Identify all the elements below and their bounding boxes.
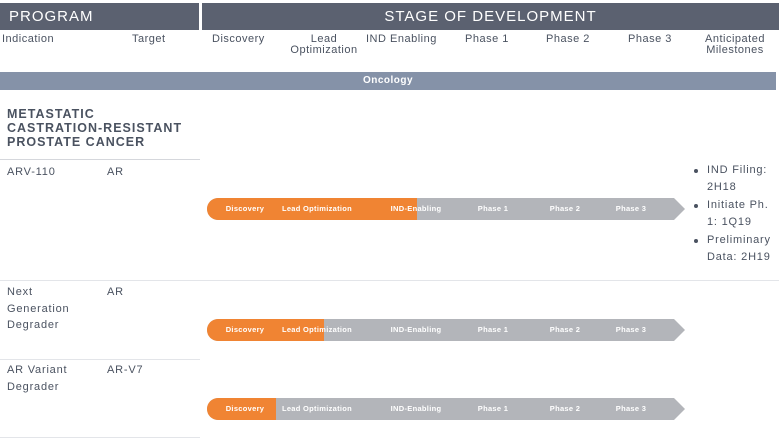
milestone-item: Preliminary Data: 2H19 — [693, 232, 779, 266]
stage-label: Phase 3 — [615, 404, 647, 413]
stage-label: Discovery — [225, 404, 265, 413]
col-target: Target — [132, 33, 166, 45]
milestone-item: Initiate Ph. 1: 1Q19 — [693, 197, 779, 231]
indication-line2: CASTRATION-RESISTANT — [7, 121, 183, 135]
stage-label: IND-Enabling — [390, 204, 442, 213]
col-phase2: Phase 2 — [546, 33, 590, 45]
col-indication: Indication — [2, 33, 55, 45]
stage-label: Phase 3 — [615, 325, 647, 334]
stage-of-development-header: STAGE OF DEVELOPMENT — [202, 3, 779, 30]
indication-divider — [0, 159, 200, 160]
stage-label: Lead Optimization — [281, 204, 353, 213]
stage-label: Phase 3 — [615, 204, 647, 213]
program-name-line: Next — [7, 286, 33, 298]
program-name-next-generation-degrader: Next Generation Degrader — [7, 284, 69, 334]
program-name-ar-variant-degrader: AR Variant Degrader — [7, 362, 67, 395]
stage-label: IND-Enabling — [390, 404, 442, 413]
stage-label: Phase 1 — [477, 204, 509, 213]
indication-line1: METASTATIC — [7, 107, 95, 121]
indication-title: METASTATIC CASTRATION-RESISTANT PROSTATE… — [7, 107, 202, 149]
pipeline-bar: Discovery Lead Optimization IND-Enabling Ph… — [207, 198, 685, 220]
col-phase3: Phase 3 — [628, 33, 672, 45]
col-lead-optimization-line2: Optimization — [290, 44, 358, 56]
col-discovery: Discovery — [212, 33, 265, 45]
col-phase1: Phase 1 — [465, 33, 509, 45]
stage-label: Phase 1 — [477, 325, 509, 334]
oncology-section-bar: Oncology — [0, 72, 776, 90]
row-divider — [0, 280, 779, 281]
program-name-line: AR Variant — [7, 364, 68, 376]
program-header: PROGRAM — [0, 3, 199, 30]
indication-line3: PROSTATE CANCER — [7, 135, 146, 149]
milestone-item: IND Filing: 2H18 — [693, 162, 779, 196]
pipeline-bar: Discovery Lead Optimization IND-Enabling Ph… — [207, 398, 685, 420]
col-anticipated-milestones: Anticipated Milestones — [694, 34, 776, 56]
program-name-line: Degrader — [7, 319, 60, 331]
program-name-line: Generation — [7, 302, 70, 315]
stage-label: IND-Enabling — [390, 325, 442, 334]
program-name-line: Degrader — [7, 380, 60, 393]
program-target: AR — [107, 286, 124, 298]
program-target: AR — [107, 166, 124, 178]
stage-label: Phase 1 — [477, 404, 509, 413]
milestones-list: IND Filing: 2H18 Initiate Ph. 1: 1Q19 Pr… — [693, 162, 779, 267]
program-name-arv-110: ARV-110 — [7, 164, 56, 181]
stage-label: Lead Optimization — [281, 325, 353, 334]
pipeline-bar: Discovery Lead Optimization IND-Enabling Ph… — [207, 319, 685, 341]
row-divider — [0, 437, 200, 438]
col-ind-enabling: IND Enabling — [366, 33, 437, 45]
stage-label: Lead Optimization — [281, 404, 353, 413]
col-lead-optimization: Lead Optimization — [284, 34, 364, 56]
stage-label: Discovery — [225, 325, 265, 334]
stage-label: Discovery — [225, 204, 265, 213]
row-divider — [0, 359, 200, 360]
col-milestones-line2: Milestones — [706, 44, 764, 56]
program-name-line: ARV-110 — [7, 166, 56, 178]
program-target: AR-V7 — [107, 364, 144, 376]
